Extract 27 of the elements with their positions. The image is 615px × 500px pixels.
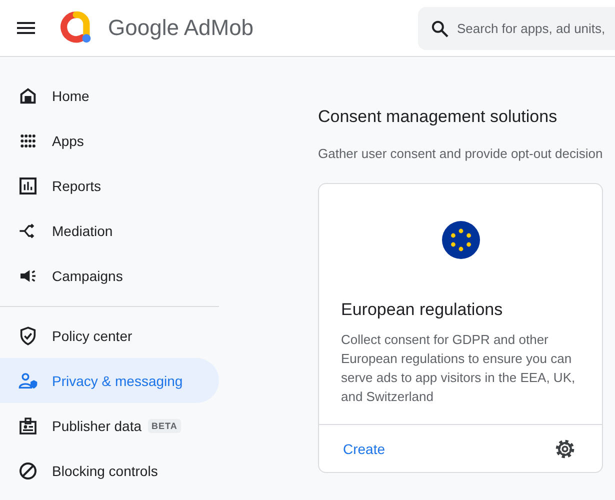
menu-icon[interactable] [17,22,35,34]
sidebar-item[interactable]: Privacy & messaging [0,358,219,403]
section-title: Consent management solutions [318,107,558,127]
person-icon [18,370,38,390]
badge-card-icon [18,416,38,436]
flag-icon [442,221,480,259]
shield-icon [18,326,38,346]
product-name: Google AdMob [108,15,254,41]
section-description: Gather user consent and provide opt-out decision [318,146,603,161]
sidebar-item[interactable]: Campaigns [0,253,219,298]
create-link[interactable]: Create [343,440,386,456]
sidebar-item[interactable]: Publisher data BETA [0,403,219,448]
home-icon [18,86,38,106]
card-text: Collect consent for GDPR and other European regulations to ensure you can serve ads to app visitors in the EEA, UK, and Switzerland [341,331,576,406]
sidebar-item[interactable]: Mediation [0,208,219,253]
chart-icon [18,176,38,196]
search-icon [430,18,450,38]
sidebar-item[interactable]: Home [0,73,219,118]
sidebar-item[interactable]: Blocking controls [0,448,219,493]
beta-badge: BETA [148,418,182,432]
sidebar-item[interactable]: Reports [0,163,219,208]
search-field[interactable]: Search for apps, ad units, [418,6,615,50]
settings-icon[interactable] [554,438,576,460]
sidebar-item[interactable]: Apps [0,118,219,163]
block-icon [18,460,38,480]
sidebar-item[interactable]: Policy center [0,313,219,358]
card-title: European regulations [341,300,504,320]
